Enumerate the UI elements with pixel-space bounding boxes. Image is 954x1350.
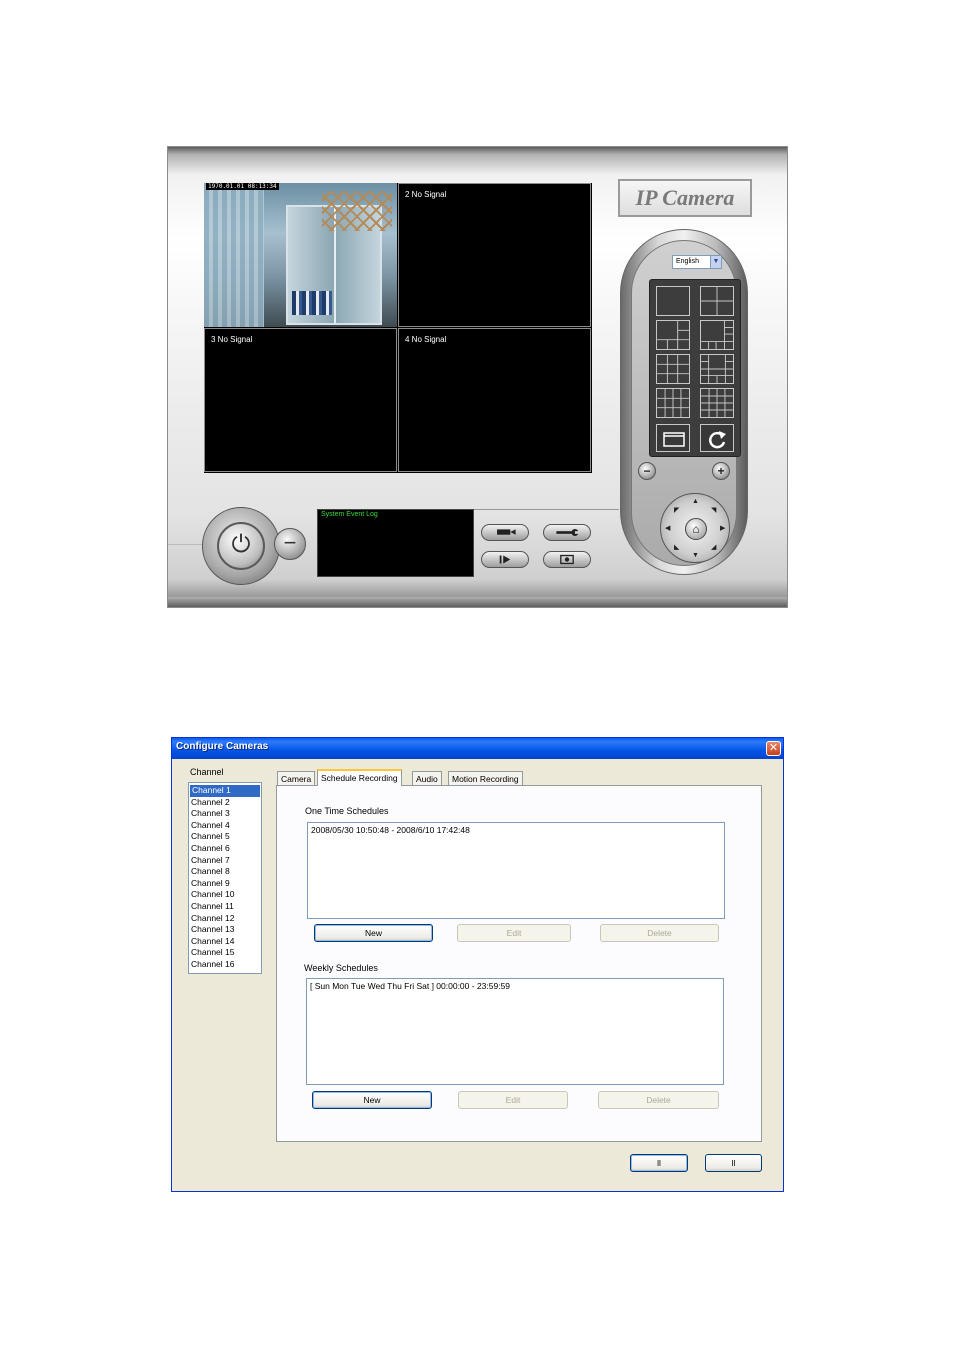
rotate-icon[interactable]: [700, 424, 734, 452]
layout-1-icon[interactable]: [656, 286, 690, 316]
arrow-left-icon[interactable]: ◀: [665, 524, 670, 532]
list-item[interactable]: Channel 9: [189, 878, 261, 890]
channel-list[interactable]: Channel 1 Channel 2 Channel 3 Channel 4 …: [188, 782, 262, 974]
tab-camera[interactable]: Camera: [277, 771, 316, 786]
tab-audio[interactable]: Audio: [412, 771, 442, 786]
list-item[interactable]: Channel 3: [189, 808, 261, 820]
snapshot-icon[interactable]: [543, 551, 591, 568]
list-item[interactable]: Channel 15: [189, 947, 261, 959]
close-icon[interactable]: ✕: [766, 741, 781, 756]
playback-icon[interactable]: [481, 551, 529, 568]
list-item[interactable]: [ Sun Mon Tue Wed Thu Fri Sat ] 00:00:00…: [310, 981, 510, 991]
settings-wrench-icon[interactable]: [543, 524, 591, 541]
list-item[interactable]: Channel 4: [189, 820, 261, 832]
list-item[interactable]: 2008/05/30 10:50:48 - 2008/6/10 17:42:48: [311, 825, 470, 835]
configure-cameras-dialog: Configure Cameras ✕ Channel Channel 1 Ch…: [171, 737, 784, 1192]
arrow-down-left-icon[interactable]: ◣: [674, 543, 679, 551]
list-item[interactable]: Channel 5: [189, 831, 261, 843]
control-capsule-inner: English ▼ − + ▲ ▼ ◀ ▶ ◤ ◥ ◣ ◢ ⌂: [631, 240, 741, 566]
layout-16-icon[interactable]: [656, 388, 690, 418]
list-item[interactable]: Channel 2: [189, 797, 261, 809]
list-item[interactable]: Channel 16: [189, 959, 261, 971]
camera-image-books: [292, 291, 332, 315]
list-item[interactable]: Channel 7: [189, 855, 261, 867]
one-time-schedule-list[interactable]: 2008/05/30 10:50:48 - 2008/6/10 17:42:48: [307, 822, 725, 919]
dialog-titlebar[interactable]: Configure Cameras ✕: [172, 738, 783, 759]
tab-motion-recording[interactable]: Motion Recording: [448, 771, 523, 786]
tab-schedule-recording[interactable]: Schedule Recording: [317, 769, 402, 786]
weekly-schedules-title: Weekly Schedules: [304, 963, 378, 973]
arrow-down-icon[interactable]: ▼: [692, 552, 699, 559]
camera-image-lattice: [322, 191, 392, 231]
home-icon[interactable]: ⌂: [685, 518, 707, 540]
layout-16b-icon[interactable]: [700, 388, 734, 418]
list-item[interactable]: Channel 6: [189, 843, 261, 855]
video-channel-3[interactable]: 3 No Signal: [204, 328, 397, 472]
layout-6-icon[interactable]: [656, 320, 690, 350]
video-grid: 1970.01.01 08:13:34 2 No Signal 3 No Sig…: [204, 183, 592, 473]
zoom-in-icon[interactable]: +: [712, 462, 730, 480]
system-event-log[interactable]: System Event Log: [317, 509, 474, 577]
list-item[interactable]: Channel 11: [189, 901, 261, 913]
list-item[interactable]: Channel 14: [189, 936, 261, 948]
layout-4-icon[interactable]: [700, 286, 734, 316]
arrow-up-left-icon[interactable]: ◤: [674, 506, 679, 514]
power-ring: ⏻: [202, 507, 280, 585]
power-icon[interactable]: ⏻: [217, 522, 265, 570]
zoom-out-icon[interactable]: −: [638, 462, 656, 480]
arrow-up-right-icon[interactable]: ◥: [711, 506, 716, 514]
arrow-down-right-icon[interactable]: ◢: [711, 543, 716, 551]
ip-camera-window: 1970.01.01 08:13:34 2 No Signal 3 No Sig…: [167, 146, 788, 608]
video-channel-2[interactable]: 2 No Signal: [398, 183, 591, 327]
arrow-right-icon[interactable]: ▶: [720, 524, 725, 532]
control-capsule: English ▼ − + ▲ ▼ ◀ ▶ ◤ ◥ ◣ ◢ ⌂: [620, 229, 748, 575]
layout-9-icon[interactable]: [656, 354, 690, 384]
dialog-title: Configure Cameras: [176, 741, 269, 752]
layout-13-icon[interactable]: [700, 354, 734, 384]
chevron-down-icon[interactable]: ▼: [710, 256, 721, 268]
layout-8-icon[interactable]: [700, 320, 734, 350]
brand-logo: IP Camera: [618, 179, 752, 217]
one-time-delete-button[interactable]: Delete: [600, 924, 719, 942]
minimize-icon[interactable]: −: [274, 528, 306, 560]
list-item[interactable]: Channel 1: [190, 785, 260, 797]
video-channel-4[interactable]: 4 No Signal: [398, 328, 591, 472]
weekly-new-button[interactable]: New: [312, 1091, 432, 1109]
channel-label: 2 No Signal: [405, 190, 447, 199]
channel-label: 4 No Signal: [405, 335, 447, 344]
layout-panel: [649, 279, 741, 457]
arrow-up-icon[interactable]: ▲: [692, 498, 699, 505]
window-top-edge: [168, 147, 787, 155]
language-select[interactable]: English ▼: [672, 255, 722, 269]
fullscreen-icon[interactable]: [656, 424, 690, 452]
window-bottom-edge: [168, 597, 787, 607]
one-time-schedules-title: One Time Schedules: [305, 806, 389, 816]
video-channel-1[interactable]: 1970.01.01 08:13:34: [204, 183, 397, 327]
channel-label: 3 No Signal: [211, 335, 253, 344]
record-icon[interactable]: [481, 524, 529, 541]
ok-button[interactable]: ll: [630, 1154, 688, 1172]
language-value: English: [676, 258, 699, 265]
camera-image-blinds: [204, 183, 264, 327]
weekly-edit-button[interactable]: Edit: [458, 1091, 568, 1109]
list-item[interactable]: Channel 13: [189, 924, 261, 936]
weekly-schedule-list[interactable]: [ Sun Mon Tue Wed Thu Fri Sat ] 00:00:00…: [306, 978, 724, 1085]
schedule-recording-page: One Time Schedules 2008/05/30 10:50:48 -…: [276, 785, 762, 1142]
list-item[interactable]: Channel 12: [189, 913, 261, 925]
weekly-delete-button[interactable]: Delete: [598, 1091, 719, 1109]
ptz-dpad[interactable]: ▲ ▼ ◀ ▶ ◤ ◥ ◣ ◢ ⌂: [660, 493, 730, 563]
one-time-new-button[interactable]: New: [314, 924, 433, 942]
video-timestamp: 1970.01.01 08:13:34: [206, 183, 279, 190]
cancel-button[interactable]: ll: [705, 1154, 762, 1172]
list-item[interactable]: Channel 8: [189, 866, 261, 878]
one-time-edit-button[interactable]: Edit: [457, 924, 571, 942]
channel-heading: Channel: [190, 767, 224, 777]
list-item[interactable]: Channel 10: [189, 889, 261, 901]
event-log-title: System Event Log: [321, 511, 378, 518]
